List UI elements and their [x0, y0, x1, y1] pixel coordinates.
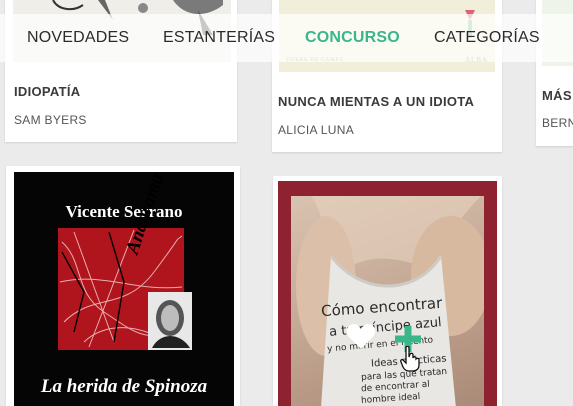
top-navigation: NOVEDADES ESTANTERÍAS CONCURSO CATEGORÍA… [0, 14, 573, 62]
book-title[interactable]: MÁS [542, 88, 572, 103]
hand-cursor-icon [400, 346, 420, 372]
nav-estanterias[interactable]: ESTANTERÍAS [163, 29, 275, 47]
cover-title: La herida de Spinoza [40, 376, 208, 397]
book-author[interactable]: BERN [542, 116, 573, 130]
nav-concurso[interactable]: CONCURSO [305, 29, 400, 47]
book-title[interactable]: NUNCA MIENTAS A UN IDIOTA [278, 94, 474, 109]
book-title[interactable]: IDIOPATÍA [14, 84, 81, 99]
book-card-la-herida[interactable]: Vicente Serrano Anagrama La herida de Sp… [6, 166, 240, 406]
cover-photo: Cómo encontrar a tu príncipe azul y no m… [291, 196, 484, 406]
book-cover[interactable]: Cómo encontrar a tu príncipe azul y no m… [278, 181, 497, 406]
book-author[interactable]: SAM BYERS [14, 113, 87, 127]
heart-icon[interactable] [346, 324, 376, 350]
book-cover[interactable]: Vicente Serrano Anagrama La herida de Sp… [14, 172, 234, 406]
book-card-principe-azul[interactable]: Cómo encontrar a tu príncipe azul y no m… [273, 176, 502, 406]
book-author[interactable]: ALICIA LUNA [278, 123, 354, 137]
nav-categorias[interactable]: CATEGORÍAS [434, 29, 540, 47]
nav-novedades[interactable]: NOVEDADES [27, 29, 129, 47]
cover-red-illustration [58, 228, 192, 350]
